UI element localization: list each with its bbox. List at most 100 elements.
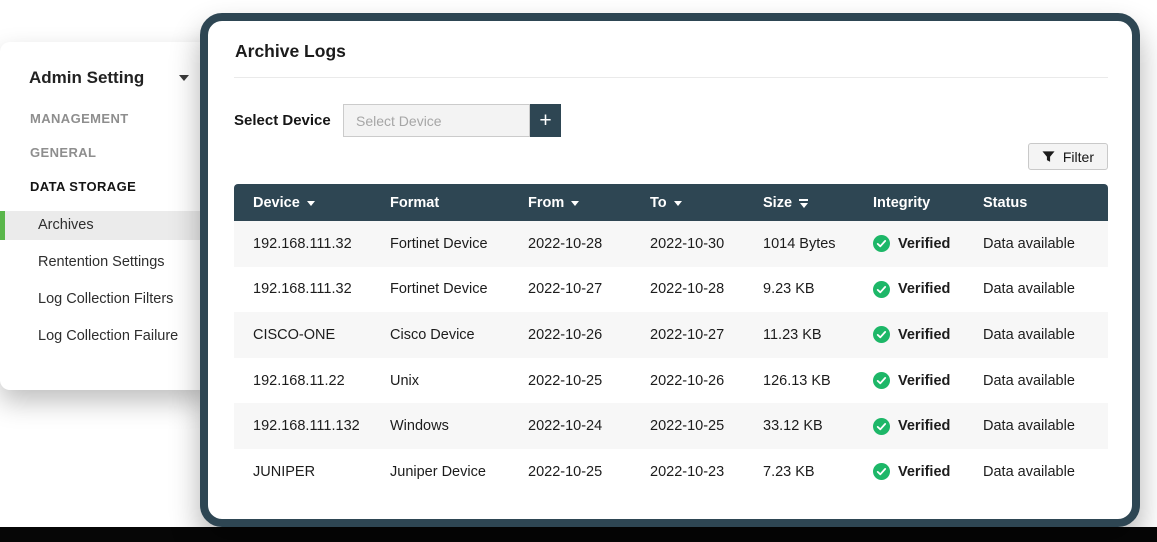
cell-format: Cisco Device: [390, 326, 475, 343]
cell-size: 126.13 KB: [763, 372, 831, 389]
filter-button-label: Filter: [1062, 148, 1094, 165]
cell-to: 2022-10-30: [650, 235, 725, 252]
verified-check-icon: [873, 235, 890, 253]
cell-from: 2022-10-28: [528, 235, 603, 252]
integrity-label: Verified: [898, 281, 951, 298]
cell-format: Fortinet Device: [390, 281, 488, 298]
cell-to: 2022-10-23: [650, 463, 725, 480]
cell-status: Data available: [983, 281, 1075, 298]
table-row[interactable]: 192.168.111.32 Fortinet Device 2022-10-2…: [234, 221, 1108, 267]
column-header-size[interactable]: Size: [763, 195, 873, 211]
select-device-input[interactable]: [343, 104, 530, 137]
cell-device: CISCO-ONE: [253, 326, 336, 343]
cell-size: 1014 Bytes: [763, 235, 836, 252]
table-row[interactable]: 192.168.111.32 Fortinet Device 2022-10-2…: [234, 266, 1108, 313]
select-device-row: Select Device +: [234, 104, 1108, 137]
chevron-down-icon: [179, 75, 189, 81]
sidebar: Admin Setting MANAGEMENT GENERAL DATA ST…: [0, 42, 210, 390]
table-header-row: Device Format From To Size Integrity Sta…: [234, 184, 1108, 221]
cell-from: 2022-10-26: [528, 326, 603, 343]
integrity-label: Verified: [898, 418, 951, 435]
sort-caret-icon: [571, 200, 580, 206]
sidebar-item-label: Archives: [38, 217, 94, 233]
column-header-format: Format: [390, 194, 440, 211]
cell-size: 33.12 KB: [763, 418, 823, 435]
cell-from: 2022-10-27: [528, 281, 603, 298]
title-divider: [234, 77, 1108, 78]
archive-logs-table: Device Format From To Size Integrity Sta…: [234, 184, 1108, 495]
sidebar-section-management[interactable]: MANAGEMENT: [30, 110, 210, 128]
verified-check-icon: [873, 326, 890, 344]
sidebar-item-label: Log Collection Filters: [38, 291, 174, 307]
add-device-button[interactable]: +: [530, 104, 561, 137]
column-header-device[interactable]: Device: [253, 195, 390, 211]
table-row[interactable]: 192.168.111.132 Windows 2022-10-24 2022-…: [234, 403, 1108, 449]
page-title: Archive Logs: [235, 41, 346, 61]
archive-logs-panel: Archive Logs Select Device + Filter Devi…: [200, 13, 1140, 527]
cell-to: 2022-10-26: [650, 372, 725, 389]
sidebar-item-log-collection-failure[interactable]: Log Collection Failure: [0, 322, 210, 351]
cell-from: 2022-10-24: [528, 418, 603, 435]
cell-format: Fortinet Device: [390, 235, 488, 252]
verified-check-icon: [873, 372, 890, 390]
integrity-label: Verified: [898, 326, 951, 343]
cell-size: 9.23 KB: [763, 281, 815, 298]
cell-device: JUNIPER: [253, 463, 316, 480]
cell-status: Data available: [983, 463, 1075, 480]
sidebar-title-dropdown[interactable]: Admin Setting: [29, 66, 189, 90]
cell-status: Data available: [983, 372, 1075, 389]
sidebar-item-label: Rentention Settings: [38, 254, 165, 270]
active-indicator: [0, 211, 5, 240]
column-header-status: Status: [983, 194, 1028, 211]
cell-format: Windows: [390, 418, 449, 435]
column-header-to[interactable]: To: [650, 195, 763, 211]
sidebar-title: Admin Setting: [29, 68, 145, 87]
sidebar-item-label: Log Collection Failure: [38, 328, 179, 344]
verified-check-icon: [873, 417, 890, 435]
column-header-from[interactable]: From: [528, 195, 650, 211]
cell-device: 192.168.111.32: [253, 235, 352, 252]
table-row[interactable]: JUNIPER Juniper Device 2022-10-25 2022-1…: [234, 448, 1108, 495]
backdrop-bottom-edge: [0, 527, 1157, 542]
cell-integrity: Verified: [873, 417, 983, 435]
sidebar-section-data-storage[interactable]: DATA STORAGE: [30, 178, 210, 196]
sort-bar-caret-icon: [799, 198, 809, 208]
filter-row: Filter: [234, 143, 1108, 170]
cell-to: 2022-10-28: [650, 281, 725, 298]
cell-integrity: Verified: [873, 235, 983, 253]
cell-size: 7.23 KB: [763, 463, 815, 480]
verified-check-icon: [873, 463, 890, 481]
filter-button[interactable]: Filter: [1027, 143, 1108, 170]
cell-integrity: Verified: [873, 280, 983, 298]
select-device-label: Select Device: [234, 112, 331, 129]
sidebar-item-retention-settings[interactable]: Rentention Settings: [0, 248, 210, 277]
column-header-integrity: Integrity: [873, 194, 931, 211]
sidebar-section-general[interactable]: GENERAL: [30, 144, 210, 162]
plus-icon: +: [539, 109, 552, 132]
cell-from: 2022-10-25: [528, 463, 603, 480]
cell-format: Juniper Device: [390, 463, 486, 480]
integrity-label: Verified: [898, 235, 951, 252]
table-row[interactable]: CISCO-ONE Cisco Device 2022-10-26 2022-1…: [234, 312, 1108, 358]
cell-device: 192.168.111.32: [253, 281, 352, 298]
cell-status: Data available: [983, 326, 1075, 343]
sort-caret-icon: [673, 200, 682, 206]
cell-integrity: Verified: [873, 326, 983, 344]
sidebar-item-archives[interactable]: Archives: [0, 211, 210, 240]
filter-funnel-icon: [1042, 150, 1055, 163]
sort-caret-icon: [306, 200, 315, 206]
cell-device: 192.168.11.22: [253, 372, 345, 389]
table-row[interactable]: 192.168.11.22 Unix 2022-10-25 2022-10-26…: [234, 357, 1108, 404]
cell-status: Data available: [983, 418, 1075, 435]
cell-from: 2022-10-25: [528, 372, 603, 389]
cell-device: 192.168.111.132: [253, 418, 360, 435]
cell-integrity: Verified: [873, 372, 983, 390]
cell-to: 2022-10-27: [650, 326, 725, 343]
cell-format: Unix: [390, 372, 420, 389]
integrity-label: Verified: [898, 463, 951, 480]
cell-integrity: Verified: [873, 463, 983, 481]
sidebar-item-log-collection-filters[interactable]: Log Collection Filters: [0, 285, 210, 314]
cell-status: Data available: [983, 235, 1075, 252]
cell-to: 2022-10-25: [650, 418, 725, 435]
verified-check-icon: [873, 280, 890, 298]
